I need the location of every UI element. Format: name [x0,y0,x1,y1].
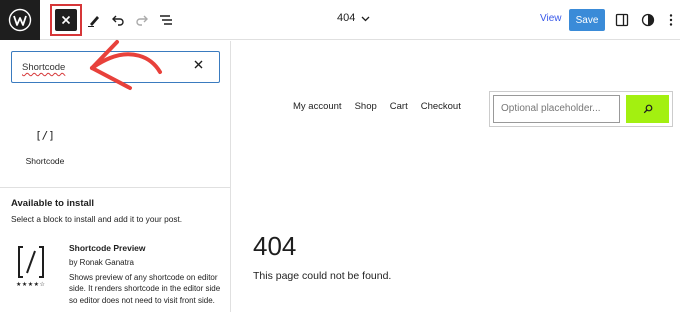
close-icon [194,60,203,69]
clear-search-button[interactable] [194,60,203,72]
styles-icon [641,13,655,27]
nav-item-cart[interactable]: Cart [390,101,408,112]
close-inserter-button[interactable] [55,9,77,31]
block-inserter-panel: Shortcode [/] Shortcode Available to ins… [0,41,231,312]
redo-button[interactable] [132,10,152,30]
list-view-button[interactable] [156,10,176,30]
more-icon [669,14,673,26]
install-section-title: Available to install [11,198,95,209]
document-title-button[interactable]: 404 [337,12,370,24]
rating-stars: ★★★★☆ [16,282,46,288]
shortcode-preview-icon [18,246,44,278]
site-search-button[interactable] [626,95,669,123]
nav-item-my-account[interactable]: My account [293,101,342,112]
search-value: Shortcode [22,62,66,73]
site-search-input[interactable]: Optional placeholder... [493,95,620,123]
tools-button[interactable] [84,10,104,30]
close-inserter-highlight [50,4,82,36]
close-icon [61,15,71,25]
wordpress-icon[interactable] [0,0,40,40]
document-title: 404 [337,12,356,24]
view-button[interactable]: View [540,13,562,24]
search-icon [643,104,652,114]
options-button[interactable] [664,10,678,30]
page-heading: 404 [253,231,297,261]
list-view-icon [160,15,172,25]
sidebar-icon [615,13,629,27]
top-toolbar: 404 View Save [0,0,680,40]
redo-icon [136,15,148,26]
site-navigation: My account Shop Cart Checkout [293,101,461,112]
nav-item-checkout[interactable]: Checkout [421,101,461,112]
not-found-message: This page could not be found. [253,270,392,282]
plugin-description: Shows preview of any shortcode on editor… [69,273,221,305]
chevron-down-icon [361,16,370,21]
editor-canvas: My account Shop Cart Checkout Optional p… [232,41,680,312]
settings-sidebar-button[interactable] [612,10,632,30]
editor-window: 404 View Save Shortcode [/] Shortcode Av… [0,0,680,312]
shortcode-icon: [/] [35,129,55,142]
block-search-input[interactable]: Shortcode [11,51,220,83]
site-search-block: Optional placeholder... [489,91,673,127]
plugin-author: by Ronak Ganatra [69,258,134,267]
nav-item-shop[interactable]: Shop [355,101,377,112]
undo-icon [112,15,124,26]
styles-button[interactable] [638,10,658,30]
block-result-label: Shortcode [25,156,65,166]
undo-button[interactable] [108,10,128,30]
install-section-subtitle: Select a block to install and add it to … [11,214,183,224]
plugin-name: Shortcode Preview [69,243,146,253]
pencil-icon [88,16,99,27]
available-to-install-section: Available to install Select a block to i… [0,187,231,305]
save-button[interactable]: Save [569,9,605,31]
shortcode-block-result[interactable]: [/] Shortcode [10,129,80,166]
